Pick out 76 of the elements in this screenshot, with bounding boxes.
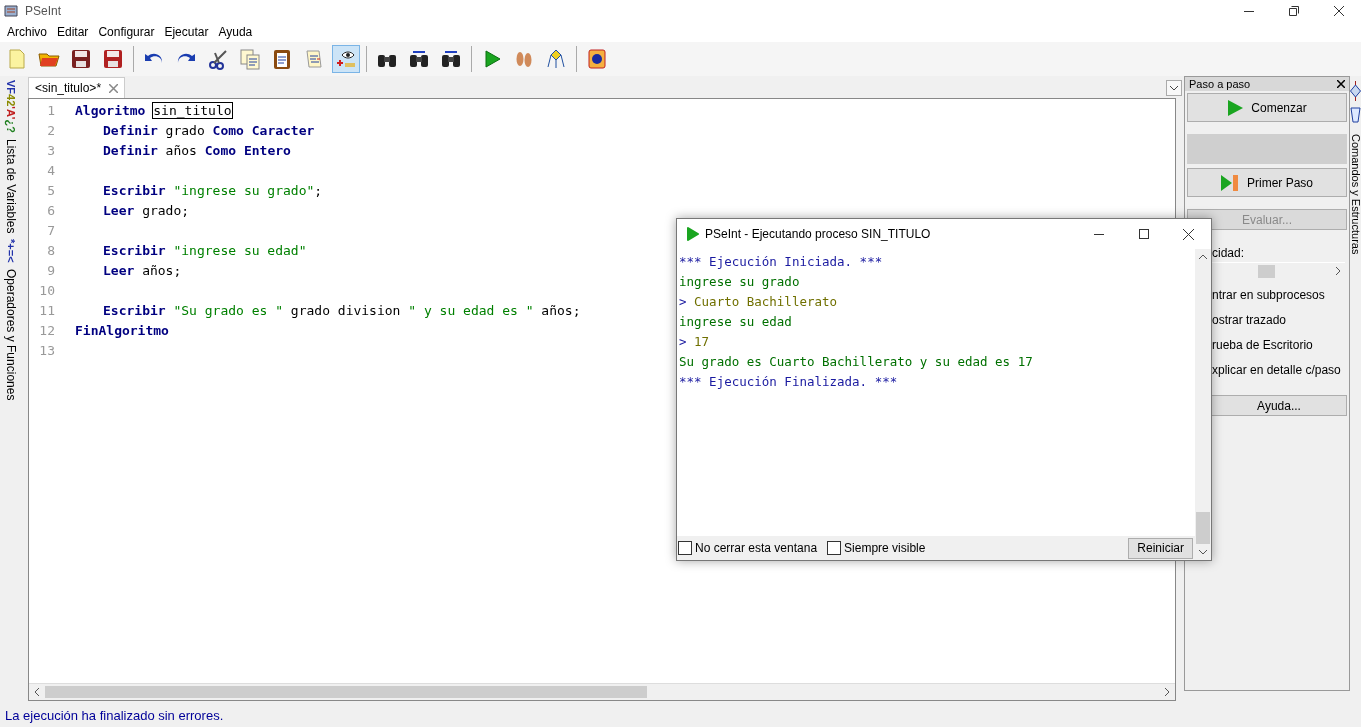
scrollbar-thumb[interactable] bbox=[45, 686, 647, 698]
menu-item[interactable]: Ejecutar bbox=[159, 25, 214, 39]
console-line: > Cuarto Bachillerato bbox=[679, 293, 839, 311]
code-line: Leer años; bbox=[103, 262, 182, 280]
code-line: Definir grado Como Caracter bbox=[103, 122, 315, 140]
start-button[interactable]: Comenzar bbox=[1187, 93, 1347, 122]
menu-item[interactable]: Configurar bbox=[93, 25, 160, 39]
line-number: 3 bbox=[46, 142, 56, 160]
line-number: 6 bbox=[46, 202, 56, 220]
side-tab[interactable]: Operadores y Funciones bbox=[4, 269, 18, 401]
scroll-right-icon[interactable] bbox=[1164, 688, 1170, 696]
line-number: 2 bbox=[46, 122, 56, 140]
step-button[interactable]: Primer Paso bbox=[1187, 168, 1347, 197]
menu-item[interactable]: Editar bbox=[52, 25, 94, 39]
code-line: Leer grado; bbox=[103, 202, 190, 220]
console-line: *** Ejecución Iniciada. *** bbox=[679, 253, 884, 271]
option-label: rueba de Escritorio bbox=[1212, 337, 1314, 354]
file-tab[interactable]: <sin_titulo>* bbox=[28, 77, 126, 98]
console-line: *** Ejecución Finalizada. *** bbox=[679, 373, 899, 391]
side-tab[interactable]: Lista de Variables bbox=[4, 138, 18, 234]
app-icon bbox=[3, 3, 19, 19]
code-line: Definir años Como Entero bbox=[103, 142, 291, 160]
line-number: 8 bbox=[46, 242, 56, 260]
dropdown-icon[interactable] bbox=[1166, 80, 1182, 96]
code-line: Algoritmo sin_titulo bbox=[75, 102, 232, 120]
minimize-icon[interactable] bbox=[1243, 10, 1254, 12]
line-number: 4 bbox=[46, 162, 56, 180]
window-title: PSeInt bbox=[25, 4, 63, 18]
close-icon[interactable] bbox=[1337, 80, 1345, 88]
close-icon[interactable] bbox=[1183, 228, 1194, 240]
scroll-left-icon[interactable] bbox=[34, 688, 40, 696]
window-title: PSeInt - Ejecutando proceso SIN_TITULO bbox=[705, 227, 932, 241]
operators-icon[interactable]: *+=< bbox=[5, 239, 17, 263]
restart-button[interactable]: Reiniciar bbox=[1128, 537, 1193, 559]
code-line: Escribir "ingrese su edad" bbox=[103, 242, 307, 260]
console-line: ingrese su grado bbox=[679, 273, 801, 291]
speed-slider[interactable] bbox=[1211, 262, 1345, 279]
step-icon bbox=[1221, 174, 1239, 191]
panel-title: Paso a paso bbox=[1189, 78, 1251, 90]
flowchart-icon[interactable] bbox=[1350, 80, 1361, 102]
line-number: 11 bbox=[38, 302, 56, 320]
close-icon[interactable] bbox=[1333, 6, 1344, 16]
option-label: xplicar en detalle c/paso bbox=[1212, 362, 1342, 379]
minimize-icon[interactable] bbox=[1093, 233, 1104, 235]
checkbox-label: Siempre visible bbox=[844, 541, 926, 555]
code-line: FinAlgoritmo bbox=[75, 322, 169, 340]
code-line: Escribir "Su grado es " grado division " y su edad es " años; bbox=[103, 302, 581, 320]
checkbox[interactable] bbox=[678, 541, 692, 555]
line-number: 13 bbox=[38, 342, 56, 360]
scrollbar-thumb[interactable] bbox=[1196, 512, 1210, 544]
speed-label: cidad: bbox=[1212, 246, 1246, 260]
option-label: ntrar en subprocesos bbox=[1212, 287, 1326, 304]
line-number: 10 bbox=[38, 282, 56, 300]
menu-item[interactable]: Archivo bbox=[2, 25, 52, 39]
status-text: La ejecución ha finalizado sin errores. bbox=[4, 707, 225, 725]
checkbox-label: No cerrar esta ventana bbox=[695, 541, 818, 555]
line-number: 1 bbox=[46, 102, 56, 120]
console-line: > 17 bbox=[679, 333, 711, 351]
code-line: Escribir "ingrese su grado"; bbox=[103, 182, 323, 200]
maximize-icon[interactable] bbox=[1138, 229, 1149, 239]
play-icon bbox=[687, 227, 699, 241]
restore-icon[interactable] bbox=[1288, 6, 1299, 16]
console-line: ingrese su edad bbox=[679, 313, 793, 331]
line-number: 9 bbox=[46, 262, 56, 280]
menu-item[interactable]: Ayuda bbox=[213, 25, 258, 39]
side-tab[interactable]: Comandos y Estructuras bbox=[1349, 134, 1361, 255]
help-button[interactable]: Ayuda... bbox=[1211, 395, 1347, 416]
slider-thumb[interactable] bbox=[1257, 265, 1275, 278]
line-number: 12 bbox=[38, 322, 56, 340]
variables-icon[interactable]: VF42'A'¿? bbox=[5, 80, 17, 133]
option-label: ostrar trazado bbox=[1212, 312, 1288, 329]
line-number: 7 bbox=[46, 222, 56, 240]
play-icon bbox=[1227, 99, 1244, 116]
checkbox[interactable] bbox=[827, 541, 842, 555]
console-line: Su grado es Cuarto Bachillerato y su edad es 17 bbox=[679, 353, 1034, 371]
line-number: 5 bbox=[46, 182, 56, 200]
